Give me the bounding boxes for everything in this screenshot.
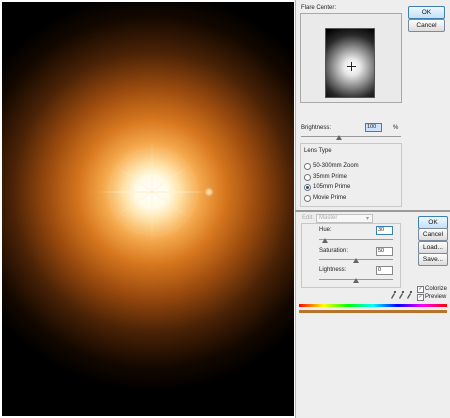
cancel-button[interactable]: Cancel xyxy=(408,19,445,32)
image-canvas[interactable] xyxy=(2,2,294,416)
brightness-label: Brightness: xyxy=(301,125,332,131)
hue-slider-thumb[interactable] xyxy=(322,238,328,243)
lens-type-option-label: Movie Prime xyxy=(313,195,347,201)
brightness-field[interactable]: 100 xyxy=(365,123,382,132)
lens-type-group: Lens Type 50-300mm Zoom 35mm Prime 105mm… xyxy=(300,143,402,207)
chevron-down-icon: ▾ xyxy=(366,216,370,222)
colorize-result-bar xyxy=(299,310,447,313)
edit-dropdown-value: Master xyxy=(319,215,338,221)
lens-type-radio-0[interactable] xyxy=(304,163,311,170)
eyedropper-minus-icon[interactable] xyxy=(406,291,412,299)
lens-type-radio-1[interactable] xyxy=(304,174,311,181)
hue-field[interactable]: 30 xyxy=(376,226,393,235)
lens-type-radio-3[interactable] xyxy=(304,195,311,202)
lens-type-option-label: 105mm Prime xyxy=(313,184,351,190)
flare-center-preview[interactable] xyxy=(325,28,375,98)
saturation-label: Saturation: xyxy=(319,248,349,254)
hue-spectrum-bar xyxy=(299,304,447,307)
flare-center-label: Flare Center: xyxy=(301,5,337,11)
preview-checkbox[interactable]: ✓ xyxy=(417,294,424,301)
crosshair-icon[interactable] xyxy=(347,62,356,71)
edit-dropdown[interactable]: Master ▾ xyxy=(316,214,373,223)
lens-type-radio-2[interactable] xyxy=(304,184,311,191)
brightness-slider-thumb[interactable] xyxy=(336,135,342,140)
edit-label: Edit: xyxy=(302,215,315,221)
flare-secondary-spot xyxy=(205,188,213,196)
lens-type-label: Lens Type xyxy=(304,148,332,154)
lens-type-option-label: 35mm Prime xyxy=(313,174,348,180)
saturation-field[interactable]: 50 xyxy=(376,247,393,256)
lens-type-option-label: 50-300mm Zoom xyxy=(313,163,359,169)
lightness-field[interactable]: 0 xyxy=(376,266,393,275)
save-button[interactable]: Save... xyxy=(418,253,448,266)
ok-button[interactable]: OK xyxy=(408,6,445,19)
cancel-button[interactable]: Cancel xyxy=(418,228,448,241)
brightness-slider[interactable] xyxy=(301,136,401,137)
preview-label: Preview xyxy=(425,294,447,300)
colorize-label: Colorize xyxy=(425,286,448,292)
hue-label: Hue: xyxy=(319,227,332,233)
hue-saturation-dialog: Edit: Master ▾ Hue: 30 Saturation: 50 Li… xyxy=(295,212,450,418)
eyedropper-icon[interactable] xyxy=(390,291,396,299)
colorize-checkbox[interactable]: ✓ xyxy=(417,286,424,293)
lightness-label: Lightness: xyxy=(319,267,347,273)
saturation-slider-thumb[interactable] xyxy=(353,258,359,263)
hue-slider[interactable] xyxy=(319,239,393,240)
eyedropper-plus-icon[interactable] xyxy=(398,291,404,299)
lens-flare-dialog: Flare Center: OK Cancel Brightness: 100 … xyxy=(295,0,450,210)
flare-streak-vertical xyxy=(151,141,153,242)
brightness-unit: % xyxy=(393,125,399,131)
lightness-slider-thumb[interactable] xyxy=(353,278,359,283)
